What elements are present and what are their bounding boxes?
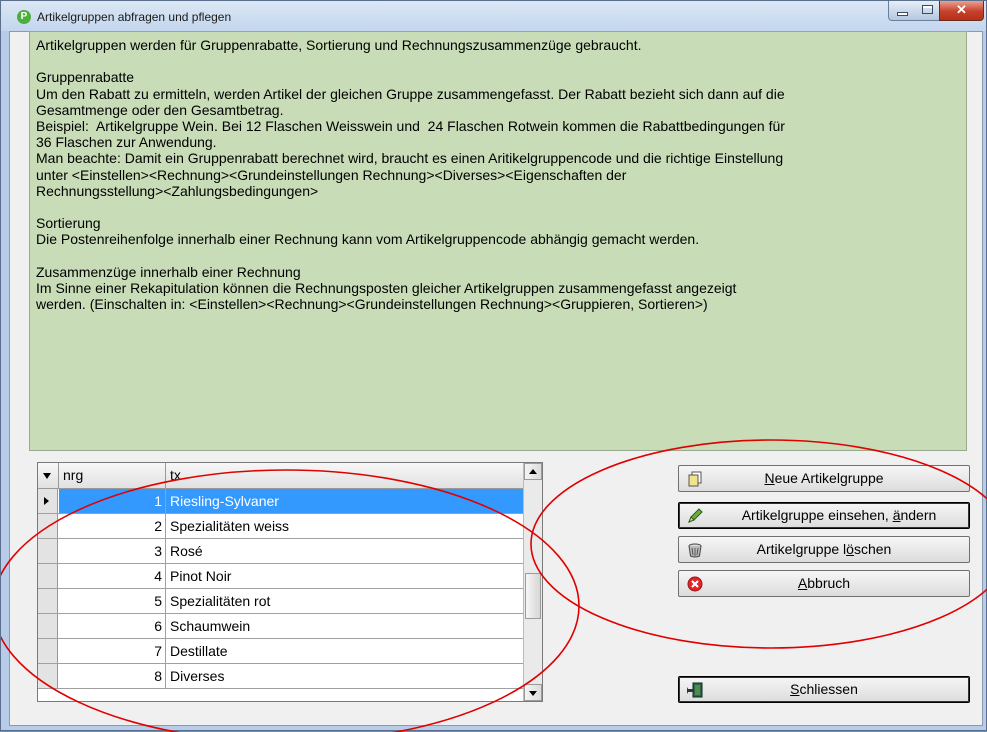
info-line: Zusammenzüge innerhalb einer Rechnung [36,263,301,280]
maximize-icon [922,5,933,14]
info-line: 36 Flaschen zur Anwendung. [36,134,217,151]
cell-nrg[interactable]: 1 [59,489,166,513]
minimize-button[interactable] [888,1,916,21]
cancel-button[interactable]: Abbruch [678,570,970,597]
copy-icon [688,471,702,487]
table-row[interactable]: 8 Diverses [38,664,523,689]
table-header: nrg tx [38,463,523,489]
table-row[interactable]: 6 Schaumwein [38,614,523,639]
cell-tx[interactable]: Riesling-Sylvaner [166,489,523,513]
close-dialog-button[interactable]: Schliessen [678,676,970,703]
cell-tx[interactable]: Pinot Noir [166,564,523,588]
table-row[interactable]: 3 Rosé [38,539,523,564]
app-logo-icon: P [17,10,31,24]
column-header-nrg[interactable]: nrg [59,463,166,488]
scroll-up-button[interactable] [524,463,542,480]
info-text-panel: Artikelgruppen werden für Gruppenrabatte… [29,31,967,451]
info-line: Rechnungsstellung><Zahlungsbedingungen> [36,182,319,199]
new-group-label-rest: eue Artikelgruppe [774,470,884,486]
edit-group-label-rest: ndern [900,507,937,523]
cell-nrg[interactable]: 2 [59,514,166,538]
cell-nrg[interactable]: 6 [59,614,166,638]
exit-door-icon [687,682,703,698]
current-row-icon [44,497,49,505]
row-selector[interactable] [38,564,58,588]
cell-nrg[interactable]: 5 [59,589,166,613]
table-row[interactable]: 5 Spezialitäten rot [38,589,523,614]
new-group-button[interactable]: Neue Artikelgruppe [678,465,970,492]
cell-tx[interactable]: Spezialitäten weiss [166,514,523,538]
edit-group-label: Artikelgruppe einsehen, [741,507,893,523]
info-line: Gesamtmenge oder den Gesamtbetrag. [36,101,284,118]
delete-group-label: Artikelgruppe l [756,541,847,557]
info-line [36,53,960,69]
window-title: Artikelgruppen abfragen und pflegen [37,10,232,24]
scroll-down-button[interactable] [524,684,542,701]
delete-group-button[interactable]: Artikelgruppe löschen [678,536,970,563]
info-line: Beispiel: Artikelgruppe Wein. Bei 12 Fla… [36,118,785,135]
cancel-accelerator: A [797,575,808,591]
row-selector[interactable] [38,614,58,638]
info-line: Um den Rabatt zu ermitteln, werden Artik… [36,85,785,102]
cell-nrg[interactable]: 3 [59,539,166,563]
pencil-icon [688,508,703,523]
cell-nrg[interactable]: 7 [59,639,166,663]
cell-tx[interactable]: Spezialitäten rot [166,589,523,613]
row-selector[interactable] [38,514,58,538]
title-bar[interactable]: P Artikelgruppen abfragen und pflegen ✕ [1,1,986,31]
close-icon: ✕ [956,2,967,17]
cell-tx[interactable]: Destillate [166,639,523,663]
column-header-tx[interactable]: tx [166,463,523,488]
info-line: Sortierung [36,215,101,232]
delete-group-label-rest: schen [853,541,892,557]
table-row[interactable]: 1 Riesling-Sylvaner [38,489,523,514]
column-selector[interactable] [38,463,59,488]
cell-tx[interactable]: Rosé [166,539,523,563]
info-line [36,199,960,215]
info-line: Die Postenreihenfolge innerhalb einer Re… [36,231,700,248]
info-line: Gruppenrabatte [36,69,135,86]
table-row[interactable]: 2 Spezialitäten weiss [38,514,523,539]
delete-group-accelerator: ö [846,541,854,557]
chevron-down-icon [43,473,51,479]
table-scrollbar[interactable] [523,463,542,701]
info-line: Im Sinne einer Rekapitulation können die… [36,280,737,297]
close-window-button[interactable]: ✕ [939,1,984,21]
trash-icon [688,543,702,558]
new-group-accelerator: N [764,470,775,486]
info-line: werden. (Einschalten in: <Einstellen><Re… [36,296,708,313]
row-selector[interactable] [38,539,58,563]
close-dialog-label-rest: chliessen [799,681,858,697]
row-selector[interactable] [38,489,58,513]
cell-tx[interactable]: Schaumwein [166,614,523,638]
table-row[interactable]: 7 Destillate [38,639,523,664]
cell-nrg[interactable]: 8 [59,664,166,688]
edit-group-button[interactable]: Artikelgruppe einsehen, ändern [678,502,970,529]
row-selector[interactable] [38,639,58,663]
info-line: unter <Einstellen><Rechnung><Grundeinste… [36,166,627,183]
cancel-label-rest: bbruch [807,575,851,591]
minimize-icon [897,12,908,16]
info-line: Artikelgruppen werden für Gruppenrabatte… [36,37,642,53]
main-window: P Artikelgruppen abfragen und pflegen ✕ … [0,0,987,732]
cell-tx[interactable]: Diverses [166,664,523,688]
cancel-x-icon [687,576,703,592]
row-selector[interactable] [38,664,58,688]
article-group-table[interactable]: nrg tx 1 Riesling-Sylvaner 2 Spezialitäten … [37,462,543,702]
row-selector[interactable] [38,589,58,613]
cell-nrg[interactable]: 4 [59,564,166,588]
maximize-button[interactable] [915,1,941,21]
scroll-thumb[interactable] [525,573,541,619]
table-row[interactable]: 4 Pinot Noir [38,564,523,589]
info-line: Man beachte: Damit ein Gruppenrabatt ber… [36,150,784,167]
info-line [36,248,960,264]
